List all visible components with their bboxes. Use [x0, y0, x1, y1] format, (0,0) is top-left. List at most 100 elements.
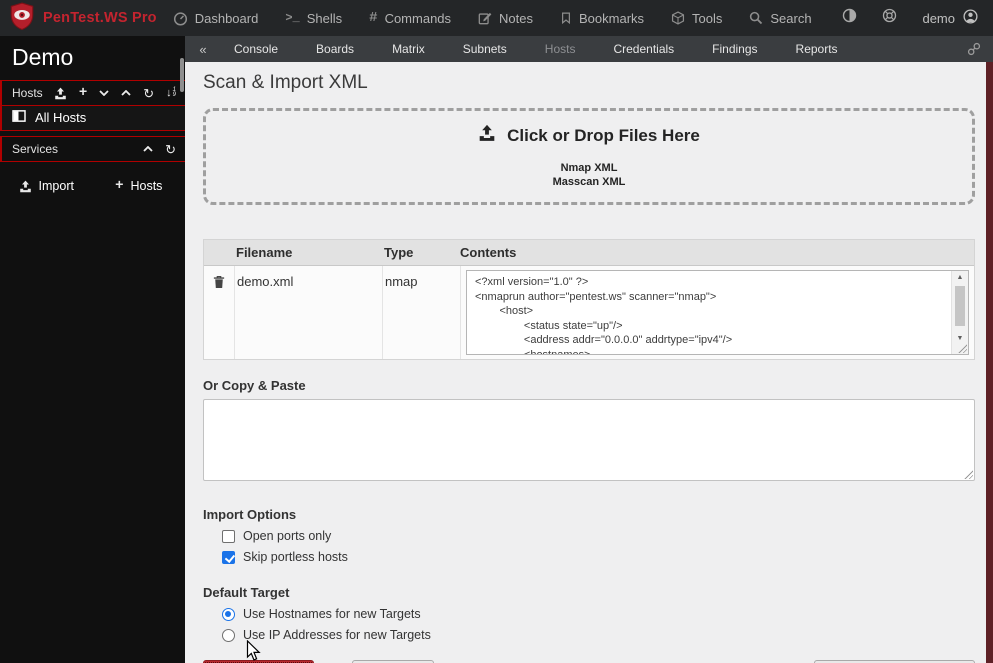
xml-contents-textarea[interactable]: <?xml version="1.0" ?> <nmaprun author="… — [466, 270, 969, 355]
hosts-section-label: Hosts — [12, 86, 43, 100]
hosts-section: Hosts + ↻ ↓ 19 All Hosts — [0, 80, 185, 131]
dropzone-filetypes: Nmap XML Masscan XML — [553, 161, 626, 189]
chevron-up-icon[interactable] — [121, 90, 131, 96]
main-scrollbar-strip[interactable] — [986, 62, 993, 663]
default-target-heading: Default Target — [203, 585, 290, 600]
radio-unselected[interactable] — [222, 628, 235, 642]
page-title: Scan & Import XML — [203, 72, 368, 93]
hash-icon: # — [369, 10, 378, 26]
use-ip-addresses-option[interactable]: Use IP Addresses for new Targets — [222, 628, 975, 642]
import-options-heading: Import Options — [203, 507, 297, 522]
upload-icon[interactable] — [54, 87, 67, 100]
nav-item-notes[interactable]: Notes — [478, 11, 533, 26]
open-ports-only-label: Open ports only — [243, 529, 332, 543]
nav-label: Search — [770, 10, 812, 26]
help-lifering-icon[interactable] — [882, 8, 897, 28]
all-hosts-label: All Hosts — [35, 110, 87, 125]
main-area: « Console Boards Matrix Subnets Hosts Cr… — [185, 36, 993, 663]
upload-icon — [19, 180, 32, 193]
tab-findings[interactable]: Findings — [693, 42, 776, 56]
plus-icon: + — [115, 178, 124, 194]
xml-contents-text: <?xml version="1.0" ?> <nmaprun author="… — [475, 276, 733, 354]
scrollbar-thumb[interactable] — [955, 286, 965, 326]
tab-subnets[interactable]: Subnets — [444, 42, 526, 56]
nav-label: Shells — [306, 10, 343, 26]
chevron-down-icon[interactable] — [99, 90, 109, 96]
pentestws-shield-logo-icon — [9, 2, 35, 35]
page-content: Scan & Import XML Click or Drop Files He… — [185, 62, 986, 663]
username: demo — [922, 10, 955, 26]
nav-item-bookmarks[interactable]: Bookmarks — [560, 11, 644, 26]
table-header-contents: Contents — [460, 245, 517, 260]
nav-item-tools[interactable]: Tools — [671, 11, 722, 26]
use-ip-addresses-label: Use IP Addresses for new Targets — [243, 628, 431, 642]
textarea-scrollbar[interactable]: ▲ ▼ — [951, 271, 968, 354]
hosts-toolbar: + ↻ ↓ 19 — [54, 85, 176, 101]
navbar-right: demo — [842, 8, 993, 28]
file-name-cell: demo.xml — [234, 266, 382, 359]
table-row: demo.xml nmap <?xml version="1.0" ?> <nm… — [204, 266, 974, 359]
tachometer-icon — [173, 11, 188, 26]
user-circle-icon — [963, 9, 978, 27]
file-type-cell: nmap — [382, 266, 460, 359]
resize-grip-icon[interactable] — [963, 469, 973, 479]
tab-matrix[interactable]: Matrix — [373, 42, 444, 56]
radio-selected[interactable] — [222, 607, 235, 621]
brand[interactable]: PenTest.WS Pro — [0, 2, 173, 35]
refresh-icon[interactable]: ↻ — [143, 87, 154, 100]
dropzone-type-masscan: Masscan XML — [552, 176, 626, 188]
file-contents-cell: <?xml version="1.0" ?> <nmaprun author="… — [460, 266, 974, 359]
sidebar-actions: Import + Hosts — [0, 178, 185, 194]
checkbox-unchecked[interactable] — [222, 529, 235, 543]
chevron-up-icon[interactable] — [143, 146, 153, 152]
scroll-down-arrow-icon[interactable]: ▼ — [952, 335, 968, 342]
nav-label: Notes — [499, 10, 533, 26]
tab-console[interactable]: Console — [215, 42, 297, 56]
import-link-label: Import — [38, 179, 74, 193]
nav-item-search[interactable]: Search — [749, 10, 812, 26]
sidebar-item-all-hosts[interactable]: All Hosts — [2, 106, 185, 131]
collapse-sidebar-chevrons-icon[interactable]: « — [191, 42, 215, 57]
nav-item-shells[interactable]: >_ Shells — [285, 11, 342, 26]
tab-bar: « Console Boards Matrix Subnets Hosts Cr… — [185, 36, 993, 62]
delete-file-trash-icon[interactable] — [204, 266, 234, 359]
hosts-link-label: Hosts — [130, 179, 163, 193]
search-icon — [749, 11, 763, 25]
nav-label: Commands — [384, 10, 452, 26]
file-dropzone[interactable]: Click or Drop Files Here Nmap XML Massca… — [203, 108, 975, 205]
tab-hosts[interactable]: Hosts — [526, 42, 595, 56]
user-menu[interactable]: demo — [922, 9, 978, 27]
refresh-icon[interactable]: ↻ — [165, 143, 176, 156]
services-toolbar: ↻ — [143, 143, 176, 156]
upload-icon — [478, 124, 496, 147]
nav-item-commands[interactable]: # Commands — [369, 10, 451, 26]
share-link-icon[interactable] — [967, 42, 981, 56]
tab-credentials[interactable]: Credentials — [594, 42, 693, 56]
nav-item-dashboard[interactable]: Dashboard — [173, 11, 258, 26]
sort-arrow: ↓ — [166, 86, 172, 99]
paste-textarea[interactable] — [203, 399, 975, 481]
tab-boards[interactable]: Boards — [297, 42, 373, 56]
sidebar-import-link[interactable]: Import — [19, 178, 74, 194]
terminal-icon: >_ — [285, 11, 300, 25]
columns-icon — [12, 110, 26, 125]
sidebar-hosts-link[interactable]: + Hosts — [115, 178, 162, 194]
table-header-row: Filename Type Contents — [204, 240, 974, 266]
skip-portless-hosts-option[interactable]: Skip portless hosts — [222, 550, 975, 564]
tab-reports[interactable]: Reports — [777, 42, 857, 56]
cube-icon — [671, 11, 685, 25]
table-header-type: Type — [384, 245, 414, 260]
checkbox-checked[interactable] — [222, 550, 235, 564]
scroll-up-arrow-icon[interactable]: ▲ — [952, 274, 968, 281]
use-hostnames-option[interactable]: Use Hostnames for new Targets — [222, 607, 975, 621]
uploaded-files-table: Filename Type Contents demo.xml nmap <?x… — [203, 239, 975, 360]
sort-digits: 19 — [172, 87, 176, 98]
sort-numeric-icon[interactable]: ↓ 19 — [166, 86, 176, 99]
theme-contrast-icon[interactable] — [842, 8, 857, 28]
skip-portless-hosts-label: Skip portless hosts — [243, 550, 348, 564]
hosts-section-header: Hosts + ↻ ↓ 19 — [2, 81, 185, 106]
add-host-plus-icon[interactable]: + — [79, 85, 87, 101]
edit-icon — [478, 11, 492, 25]
open-ports-only-option[interactable]: Open ports only — [222, 529, 975, 543]
sidebar-scrollbar-thumb[interactable] — [180, 58, 184, 92]
